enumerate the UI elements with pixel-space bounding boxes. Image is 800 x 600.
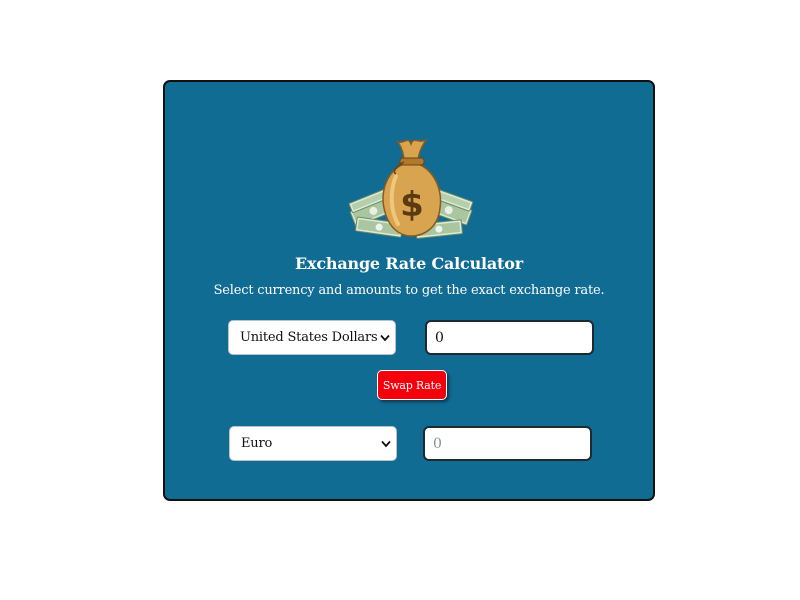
svg-text:$: $ [400, 185, 424, 225]
page-title: Exchange Rate Calculator [295, 254, 523, 273]
chevron-down-icon [381, 440, 391, 448]
calculator-card: $ Exchange Rate Calculator Select curren… [163, 80, 655, 501]
from-currency-value: United States Dollars [240, 330, 378, 345]
chevron-down-icon [380, 334, 390, 342]
swap-rate-button[interactable]: Swap Rate [377, 370, 447, 400]
money-bag-icon: $ [348, 138, 474, 239]
to-currency-select[interactable]: Euro [229, 426, 397, 461]
from-amount-input[interactable] [425, 320, 594, 355]
from-currency-select[interactable]: United States Dollars [228, 320, 396, 355]
page-subtitle: Select currency and amounts to get the e… [213, 283, 605, 298]
to-amount-input[interactable] [423, 426, 592, 461]
to-currency-value: Euro [241, 436, 273, 451]
